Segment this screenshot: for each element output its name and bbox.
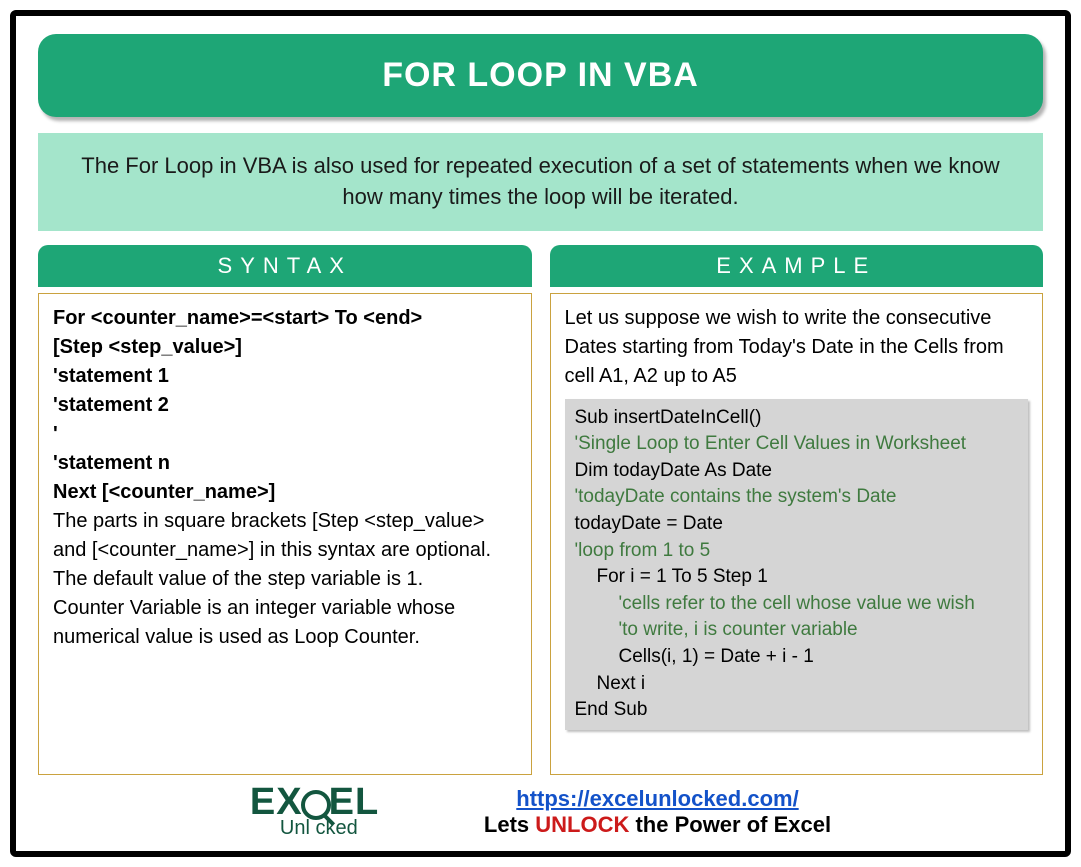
footer: EXEL Unl cked https://excelunlocked.com/…	[38, 781, 1043, 843]
code-comment: 'cells refer to the cell whose value we …	[575, 591, 1019, 618]
code-comment: 'to write, i is counter variable	[575, 617, 1019, 644]
syntax-line: For <counter_name>=<start> To <end>	[53, 304, 517, 333]
code-comment: 'Single Loop to Enter Cell Values in Wor…	[575, 431, 1019, 458]
example-intro: Let us suppose we wish to write the cons…	[565, 304, 1029, 391]
syntax-column: SYNTAX For <counter_name>=<start> To <en…	[38, 245, 532, 775]
syntax-note: Counter Variable is an integer variable …	[53, 594, 517, 652]
syntax-line: Next [<counter_name>]	[53, 478, 517, 507]
code-line: End Sub	[575, 697, 1019, 724]
footer-text: https://excelunlocked.com/ Lets UNLOCK t…	[484, 786, 831, 838]
magnifier-icon	[301, 790, 331, 820]
syntax-line: 'statement n	[53, 449, 517, 478]
syntax-body: For <counter_name>=<start> To <end> [Ste…	[38, 293, 532, 775]
code-comment: 'todayDate contains the system's Date	[575, 484, 1019, 511]
columns-container: SYNTAX For <counter_name>=<start> To <en…	[38, 245, 1043, 775]
description-box: The For Loop in VBA is also used for rep…	[38, 133, 1043, 231]
code-block: Sub insertDateInCell() 'Single Loop to E…	[565, 399, 1029, 730]
website-link[interactable]: https://excelunlocked.com/	[516, 786, 798, 811]
syntax-line: [Step <step_value>]	[53, 333, 517, 362]
example-column: EXAMPLE Let us suppose we wish to write …	[550, 245, 1044, 775]
code-line: Cells(i, 1) = Date + i - 1	[575, 644, 1019, 671]
example-body: Let us suppose we wish to write the cons…	[550, 293, 1044, 775]
syntax-line: '	[53, 420, 517, 449]
code-comment: 'loop from 1 to 5	[575, 538, 1019, 565]
syntax-note: The parts in square brackets [Step <step…	[53, 507, 517, 565]
logo-subtext: Unl cked	[280, 817, 358, 840]
code-line: Dim todayDate As Date	[575, 458, 1019, 485]
tagline-unlock: UNLOCK	[535, 812, 629, 837]
syntax-line: 'statement 1	[53, 362, 517, 391]
title-banner: FOR LOOP IN VBA	[38, 34, 1043, 117]
syntax-line: 'statement 2	[53, 391, 517, 420]
tagline-pre: Lets	[484, 812, 535, 837]
code-line: todayDate = Date	[575, 511, 1019, 538]
footer-tagline: Lets UNLOCK the Power of Excel	[484, 812, 831, 837]
brand-logo: EXEL Unl cked	[250, 781, 460, 843]
tagline-post: the Power of Excel	[629, 812, 831, 837]
document-frame: FOR LOOP IN VBA The For Loop in VBA is a…	[10, 10, 1071, 857]
code-line: Sub insertDateInCell()	[575, 405, 1019, 432]
syntax-note: The default value of the step variable i…	[53, 565, 517, 594]
code-line: For i = 1 To 5 Step 1	[575, 564, 1019, 591]
example-header: EXAMPLE	[550, 245, 1044, 287]
code-line: Next i	[575, 671, 1019, 698]
syntax-header: SYNTAX	[38, 245, 532, 287]
